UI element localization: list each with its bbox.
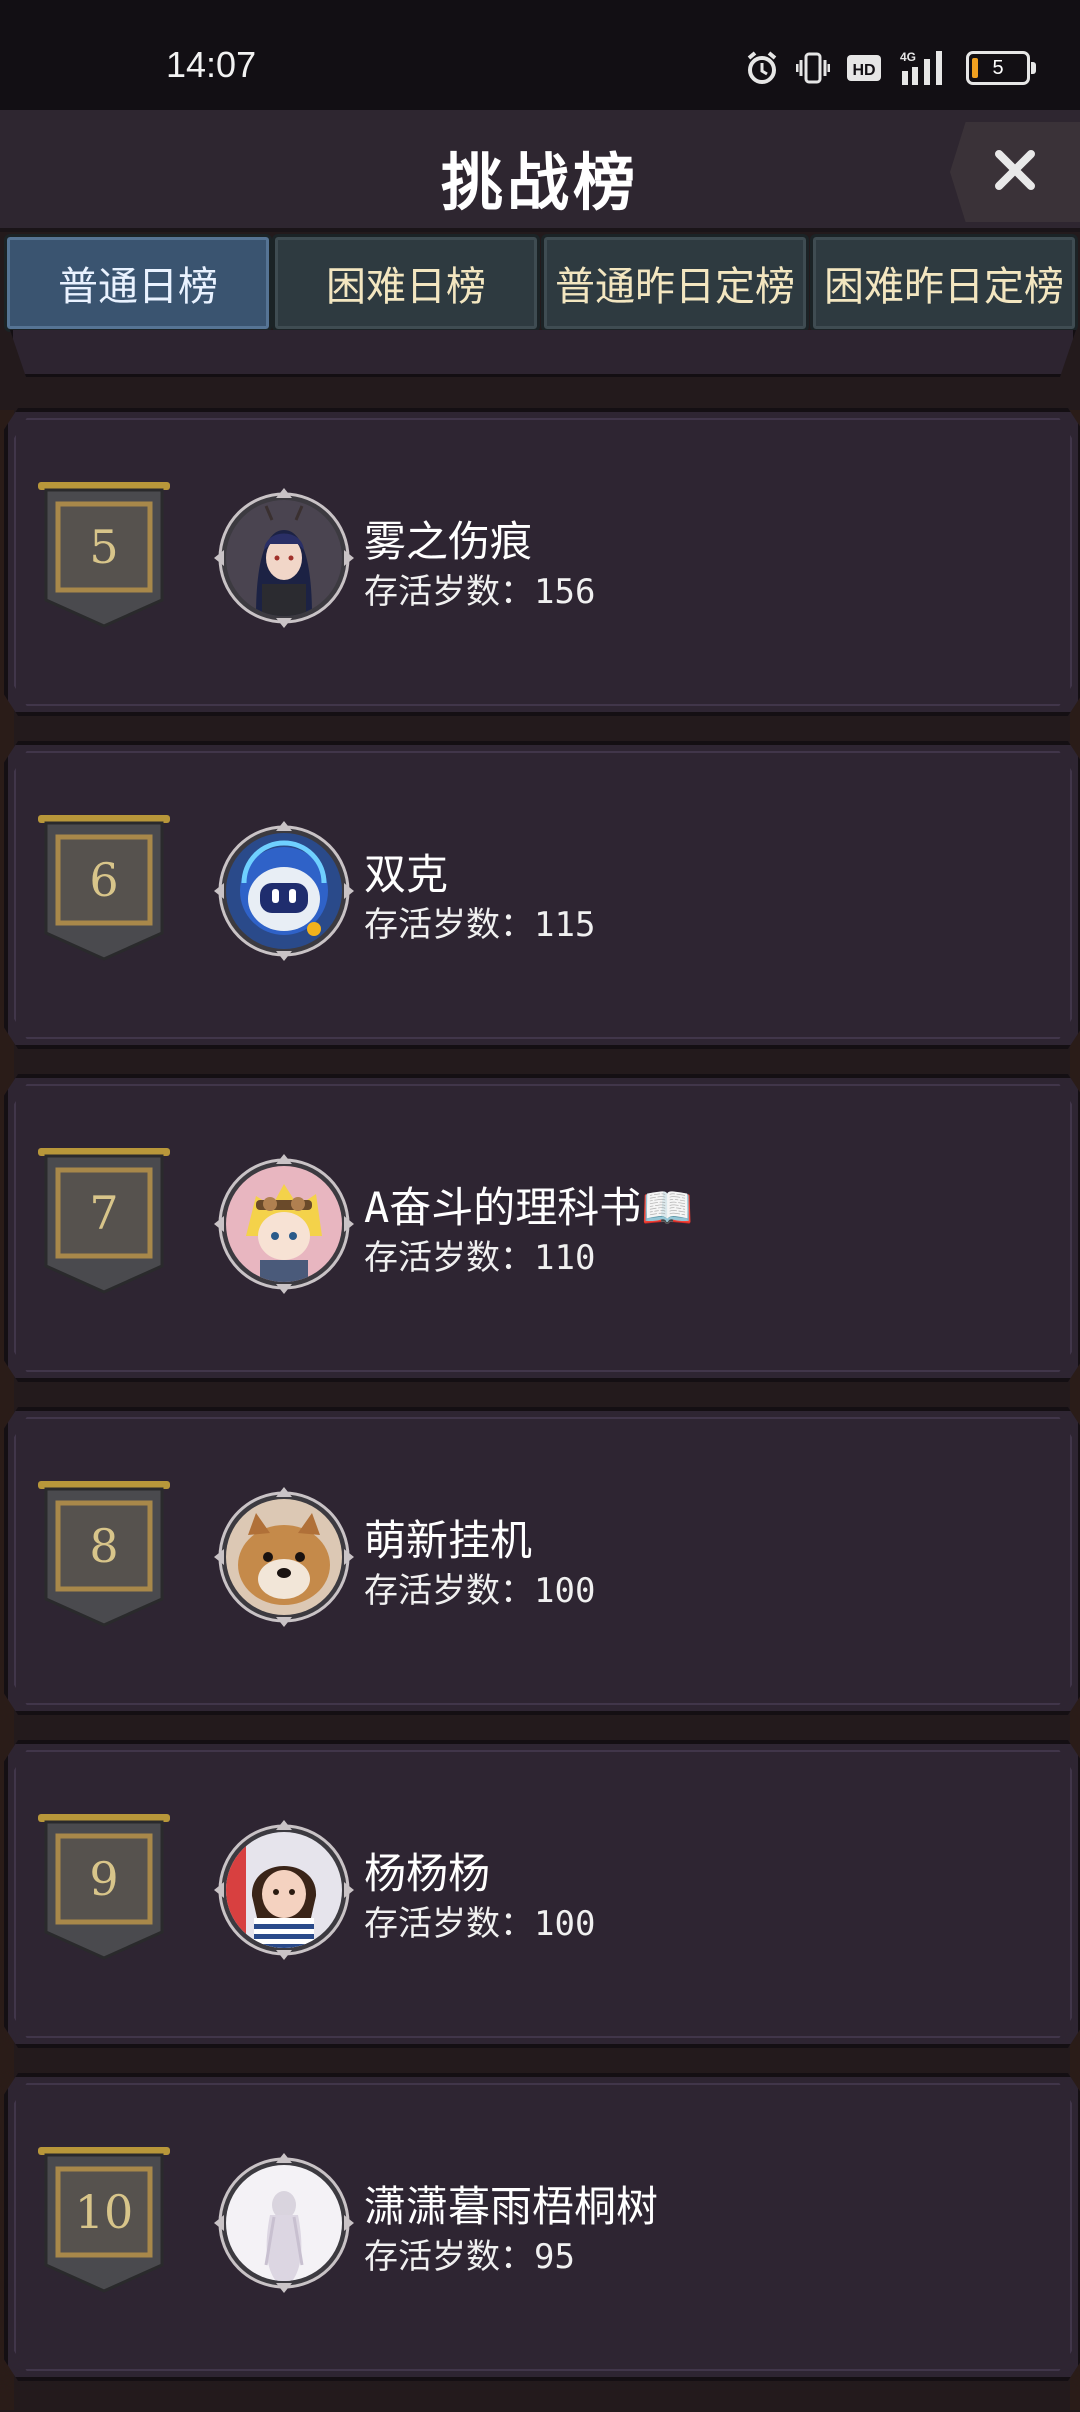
player-name: 雾之伤痕 bbox=[364, 517, 533, 566]
player-score: 存活岁数：110 bbox=[364, 1230, 595, 1279]
alarm-icon bbox=[744, 51, 780, 85]
row-border bbox=[14, 1750, 1072, 2038]
leaderboard-tabs: 普通日榜 困难日榜 普通昨日定榜 困难昨日定榜 bbox=[0, 234, 1080, 332]
rank-banner: 10 bbox=[36, 2147, 172, 2293]
tab-hard-yesterday[interactable]: 困难昨日定榜 bbox=[810, 234, 1078, 332]
row-border bbox=[14, 1417, 1072, 1705]
rank-banner: 8 bbox=[36, 1481, 172, 1627]
score-value: 100 bbox=[534, 1571, 596, 1611]
score-label: 存活岁数： bbox=[364, 1238, 534, 1278]
vibrate-icon bbox=[796, 51, 830, 85]
battery-icon: 5 bbox=[966, 51, 1036, 85]
player-avatar[interactable] bbox=[214, 1154, 354, 1294]
player-name: 杨杨杨 bbox=[364, 1849, 491, 1898]
score-label: 存活岁数： bbox=[364, 1571, 534, 1611]
hd-icon: HD bbox=[846, 51, 882, 85]
rank-banner: 7 bbox=[36, 1148, 172, 1294]
rank-number: 8 bbox=[89, 1519, 119, 1573]
dog-avatar bbox=[226, 1499, 342, 1615]
leaderboard-row[interactable]: 5 雾之伤痕 存活岁数：156 bbox=[4, 408, 1080, 716]
score-value: 156 bbox=[534, 572, 596, 612]
row-border bbox=[14, 418, 1072, 706]
player-avatar[interactable] bbox=[214, 821, 354, 961]
tab-normal-yesterday[interactable]: 普通昨日定榜 bbox=[541, 234, 809, 332]
rank-number: 7 bbox=[89, 1186, 119, 1240]
leaderboard-row[interactable]: 6 双克 存活岁数：115 bbox=[4, 741, 1080, 1049]
svg-text:HD: HD bbox=[852, 62, 875, 79]
tab-normal-daily[interactable]: 普通日榜 bbox=[4, 234, 272, 332]
rank-banner: 5 bbox=[36, 482, 172, 628]
tab-hard-daily[interactable]: 困难日榜 bbox=[272, 234, 540, 332]
leaderboard-row[interactable]: 10 潇潇暮雨梧桐树 存活岁数：95 bbox=[4, 2073, 1080, 2381]
player-score: 存活岁数：156 bbox=[364, 564, 595, 613]
player-name: 潇潇暮雨梧桐树 bbox=[364, 2182, 659, 2231]
robot-avatar bbox=[226, 833, 342, 949]
page-title: 挑战榜 bbox=[440, 146, 639, 219]
score-value: 95 bbox=[534, 2237, 575, 2277]
player-name: 萌新挂机 bbox=[364, 1516, 533, 1565]
score-value: 115 bbox=[534, 905, 596, 945]
status-bar: 14:07 HD 4G 5 bbox=[0, 0, 1080, 110]
blonde-character-avatar bbox=[226, 1166, 342, 1282]
leaderboard-row[interactable]: 9 杨杨杨 存活岁数：100 bbox=[4, 1740, 1080, 2048]
leaderboard-row[interactable]: 7 A奋斗的理科书📖 存活岁数：110 bbox=[4, 1074, 1080, 1382]
score-label: 存活岁数： bbox=[364, 572, 534, 612]
player-score: 存活岁数：100 bbox=[364, 1896, 595, 1945]
close-icon bbox=[993, 148, 1037, 196]
rank-banner: 9 bbox=[36, 1814, 172, 1960]
rank-number: 10 bbox=[74, 2185, 134, 2239]
player-avatar[interactable] bbox=[214, 1820, 354, 1960]
rank-number: 9 bbox=[89, 1852, 119, 1906]
rank-number: 6 bbox=[89, 853, 119, 907]
header-bar: 挑战榜 bbox=[0, 110, 1080, 232]
battery-level: 5 bbox=[992, 56, 1004, 79]
leaderboard-row[interactable]: 8 萌新挂机 存活岁数：100 bbox=[4, 1407, 1080, 1715]
signal-4g-icon: 4G bbox=[898, 50, 950, 85]
player-name: A奋斗的理科书📖 bbox=[364, 1183, 694, 1232]
previous-card-edge bbox=[10, 330, 1076, 377]
child-photo-avatar bbox=[226, 1832, 342, 1948]
player-score: 存活岁数：95 bbox=[364, 2229, 575, 2278]
score-label: 存活岁数： bbox=[364, 1904, 534, 1944]
svg-text:4G: 4G bbox=[900, 50, 916, 64]
score-label: 存活岁数： bbox=[364, 2237, 534, 2277]
anime-girl-avatar bbox=[226, 500, 342, 616]
player-score: 存活岁数：115 bbox=[364, 897, 595, 946]
player-avatar[interactable] bbox=[214, 1487, 354, 1627]
rank-banner: 6 bbox=[36, 815, 172, 961]
ghost-figure-avatar bbox=[226, 2165, 342, 2281]
close-button[interactable] bbox=[950, 122, 1080, 222]
player-avatar[interactable] bbox=[214, 2153, 354, 2293]
rank-number: 5 bbox=[89, 520, 119, 574]
score-value: 110 bbox=[534, 1238, 596, 1278]
player-name: 双克 bbox=[364, 850, 449, 899]
status-time: 14:07 bbox=[166, 44, 257, 85]
player-avatar[interactable] bbox=[214, 488, 354, 628]
row-border bbox=[14, 751, 1072, 1039]
score-label: 存活岁数： bbox=[364, 905, 534, 945]
status-icons: HD 4G 5 bbox=[744, 46, 1036, 90]
player-score: 存活岁数：100 bbox=[364, 1563, 595, 1612]
score-value: 100 bbox=[534, 1904, 596, 1944]
